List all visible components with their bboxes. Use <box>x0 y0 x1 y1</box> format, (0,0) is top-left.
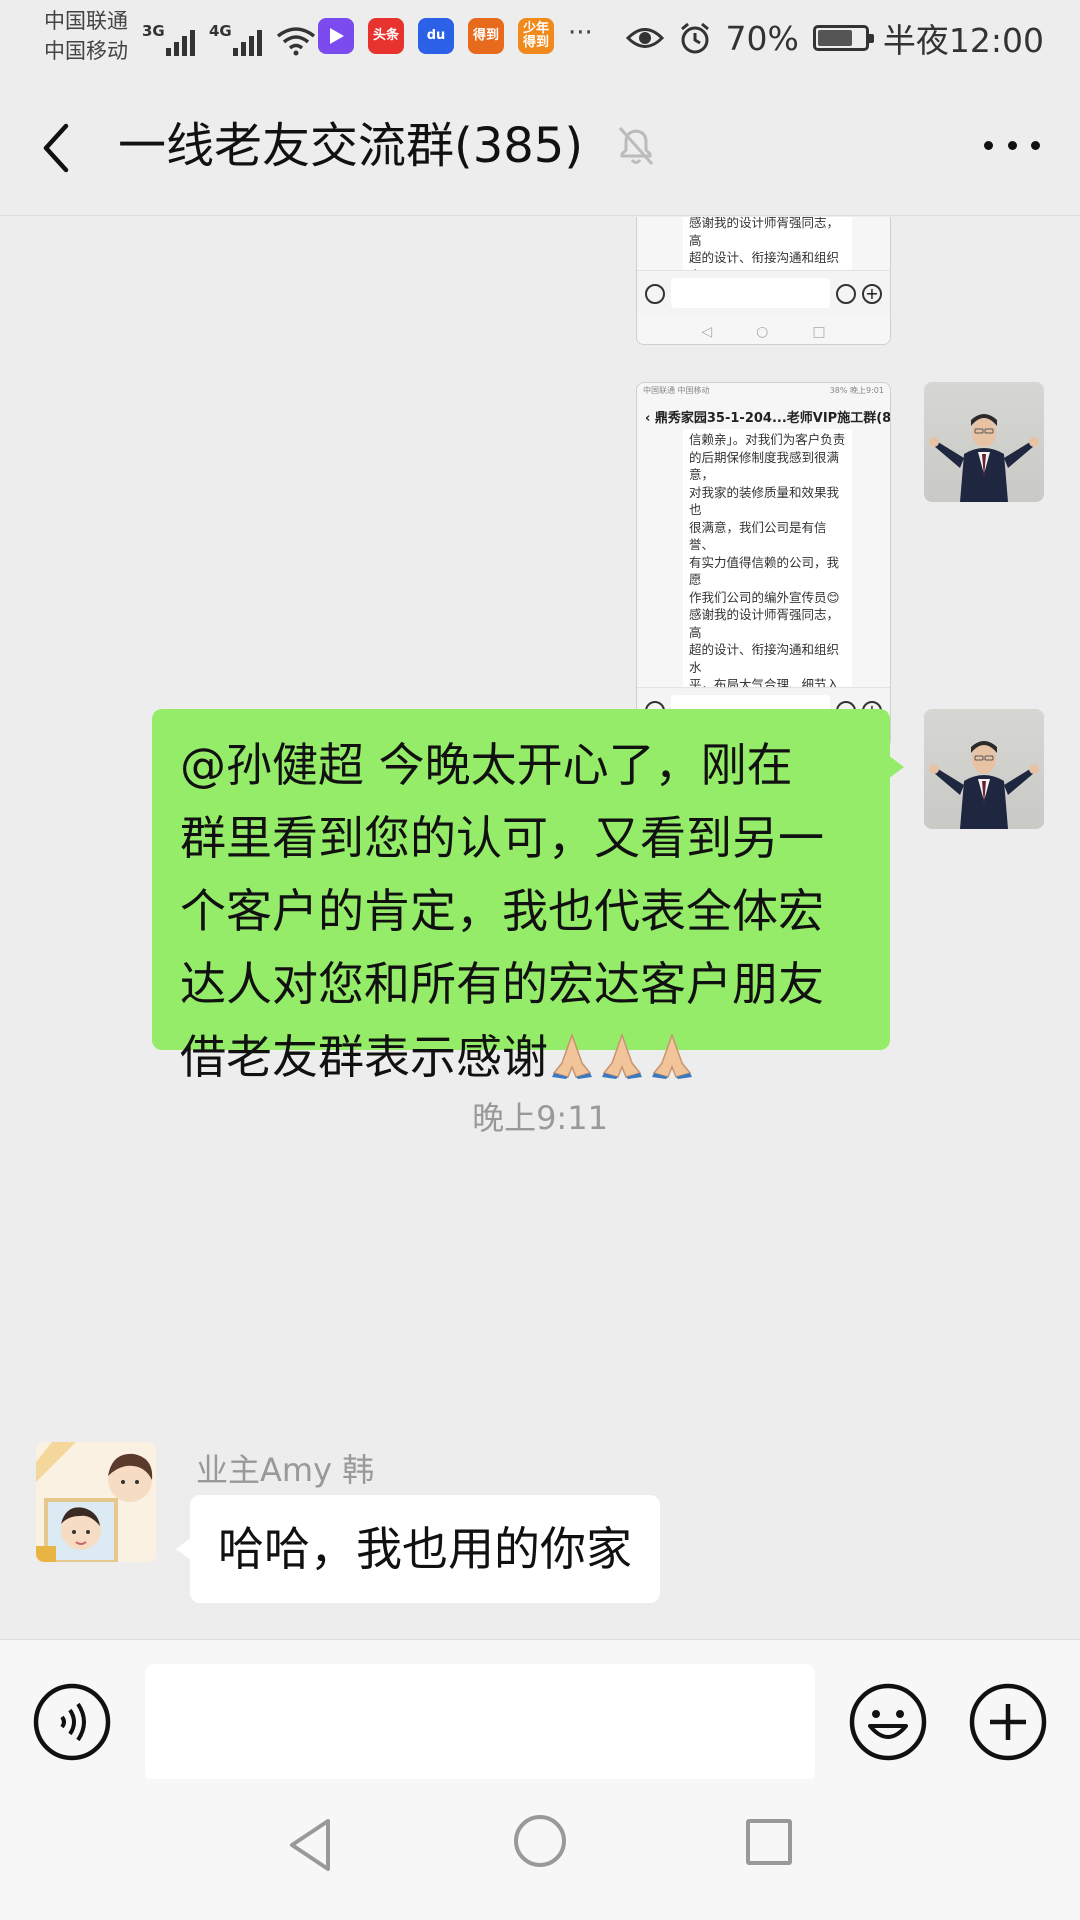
screenshot-text-line: 平，布局大气合理、细节入微， <box>689 677 840 687</box>
carrier-2: 中国移动 <box>44 39 128 63</box>
cartoon-kids-avatar-icon <box>36 1442 156 1562</box>
message-line: 群里看到您的认可，又看到另一 <box>180 811 824 865</box>
message-image-screenshot-2[interactable]: 中国联通 中国移动 38% 晚上9:01 ‹ 鼎秀家园35-1-204...老师… <box>636 382 891 748</box>
avatar-self[interactable] <box>924 709 1044 829</box>
sender-name: 业主Amy 韩 <box>196 1451 375 1489</box>
baidu-icon: du <box>418 18 454 54</box>
notification-app-icons: 头条 du 得到 少年得到 ··· <box>318 18 593 54</box>
screenshot-text-line: 感谢我的设计师胥强同志，高 <box>689 217 840 248</box>
message-bubble-self[interactable]: @孙健超 今晚太开心了，刚在 群里看到您的认可，又看到另一 个客户的肯定，我也代… <box>152 709 904 1084</box>
folded-hands-icon <box>552 1033 592 1079</box>
screenshot-input-bar: + <box>637 270 890 316</box>
emoji-icon[interactable] <box>848 1682 928 1762</box>
menu-dot-icon <box>1007 140 1017 150</box>
man-portrait-icon <box>929 414 1039 502</box>
nav-recent-apps-icon[interactable] <box>746 1819 792 1865</box>
folded-hands-icon <box>602 1033 642 1079</box>
avatar-sender[interactable] <box>36 1442 156 1562</box>
screenshot-text-line: 对我家的装修质量和效果我也 <box>689 484 840 518</box>
folded-hands-icon <box>652 1033 692 1079</box>
man-portrait-icon <box>929 741 1039 829</box>
screenshot-status-right: 38% 晚上9:01 <box>829 386 884 395</box>
screenshot-nav-bar: ◁○□ <box>637 316 890 344</box>
screenshot-title-text: 鼎秀家园35-1-204...老师VIP施工群(8) <box>654 411 890 426</box>
toutiao-icon: 头条 <box>368 18 404 54</box>
message-bubble-incoming[interactable]: 哈哈，我也用的你家 <box>176 1495 660 1603</box>
message-line: 借老友群表示感谢 <box>180 1030 548 1084</box>
menu-dot-icon <box>1031 140 1040 150</box>
screenshot-status-bar: 中国联通 中国移动 38% 晚上9:01 <box>637 383 890 399</box>
avatar-self[interactable] <box>924 382 1044 502</box>
message-list[interactable]: 感谢我的设计师胥强同志，高超的设计、衔接沟通和组织水平，布局大气合理、细节入微，… <box>0 217 1080 1639</box>
wifi-icon <box>276 27 316 56</box>
screenshot-text-line: 感谢我的设计师胥强同志，高 <box>689 607 840 640</box>
net-type-1: 3G <box>142 22 165 40</box>
screenshot-text-line: 的后期保修制度我感到很满意， <box>689 449 840 483</box>
message-line: 达人对您和所有的宏达客户朋友 <box>180 957 824 1011</box>
nav-back-icon[interactable] <box>284 1815 336 1875</box>
battery-icon <box>812 25 874 51</box>
alarm-icon <box>680 22 709 54</box>
chat-header: 一线老友交流群(385) <box>0 80 1080 216</box>
eye-icon <box>625 28 664 48</box>
system-nav-bar <box>0 1779 1080 1920</box>
screenshot-status-left: 中国联通 中国移动 <box>643 386 710 395</box>
message-image-screenshot-1[interactable]: 感谢我的设计师胥强同志，高超的设计、衔接沟通和组织水平，布局大气合理、细节入微，… <box>636 217 891 345</box>
shaonian-icon: 少年得到 <box>518 18 554 54</box>
carrier-info: 中国联通 中国移动 <box>44 6 128 66</box>
message-line-last: 借老友群表示感谢 <box>180 1021 868 1094</box>
nav-home-icon[interactable] <box>514 1815 566 1867</box>
message-line: @孙健超 今晚太开心了，刚在 <box>180 738 793 792</box>
battery-fill <box>817 30 852 46</box>
screenshot-text-line: 信赖亲」。对我们为客户负责 <box>689 432 846 447</box>
net-type-2: 4G <box>209 22 232 40</box>
screenshot-text: 信赖亲」。对我们为客户负责的后期保修制度我感到很满意， 对我家的装修质量和效果我也… <box>683 429 852 687</box>
signal-4g-icon: 4G <box>209 22 262 56</box>
message-input[interactable] <box>145 1664 815 1782</box>
voice-input-icon[interactable] <box>32 1682 112 1762</box>
more-menu-button[interactable] <box>984 130 1040 160</box>
status-right: 70% 半夜12:00 <box>625 14 1044 62</box>
back-arrow-icon[interactable] <box>36 118 86 178</box>
carrier-1: 中国联通 <box>44 9 128 33</box>
video-app-icon <box>318 18 354 54</box>
screenshot-text-line: 有实力值得信赖的公司，我愿 <box>689 554 840 588</box>
screenshot-text-line: 很满意，我们公司是有信誉、 <box>689 519 827 553</box>
status-bar: 中国联通 中国移动 3G 4G 头条 du 得到 少年得到 ··· 70% 半夜… <box>0 0 1080 80</box>
plus-icon[interactable] <box>968 1682 1048 1762</box>
battery-percent: 70% <box>725 18 799 58</box>
chat-input-bar <box>0 1639 1080 1782</box>
signal-indicators: 3G 4G <box>142 16 316 56</box>
status-time: 半夜12:00 <box>882 21 1044 60</box>
more-notifications-icon: ··· <box>568 18 593 48</box>
screenshot-title: ‹ 鼎秀家园35-1-204...老师VIP施工群(8) ··· <box>637 399 890 433</box>
screenshot-text-line: 作我们公司的编外宣传员😊 <box>689 589 840 605</box>
message-timestamp: 晚上9:11 <box>472 1099 608 1137</box>
menu-dot-icon <box>984 140 993 150</box>
screenshot-text-line: 超的设计、衔接沟通和组织水 <box>689 642 840 675</box>
chat-title: 一线老友交流群(385) <box>118 118 584 174</box>
mute-bell-icon <box>618 127 654 165</box>
signal-3g-icon: 3G <box>142 22 195 56</box>
dedao-icon: 得到 <box>468 18 504 54</box>
message-line: 个客户的肯定，我也代表全体宏 <box>180 884 824 938</box>
